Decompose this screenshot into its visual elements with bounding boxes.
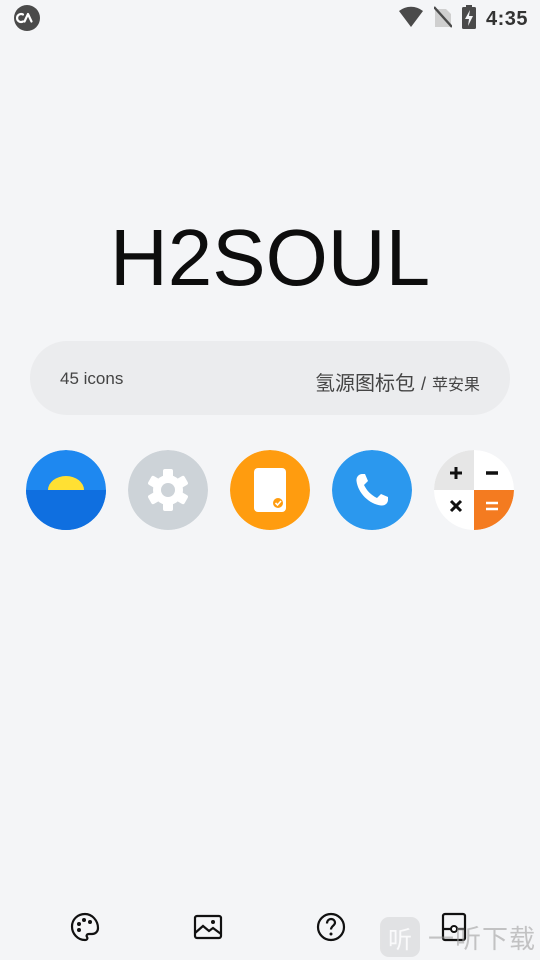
calculator-icon[interactable] [434, 450, 514, 530]
wallpapers-icon[interactable] [188, 907, 228, 947]
icon-pack-info-bar: 45 icons 氢源图标包 / 苹安果 [30, 341, 510, 415]
pack-credits: 氢源图标包 / 苹安果 [315, 367, 480, 396]
wifi-icon [398, 6, 424, 33]
battery-charging-icon [461, 4, 476, 34]
status-time: 4:35 [485, 7, 528, 30]
help-icon[interactable] [311, 907, 351, 947]
author-name: 苹安果 [431, 377, 480, 394]
no-sim-icon [433, 5, 453, 33]
page-title: H2SOUL [109, 213, 431, 302]
app-notification-icon [14, 5, 40, 31]
icon-count: 45 icons [60, 369, 124, 388]
credits-separator: / [420, 374, 426, 394]
pack-name: 氢源图标包 [314, 373, 415, 395]
themes-palette-icon[interactable] [65, 907, 105, 947]
watermark-text: 一听下载 [428, 923, 537, 954]
watermark-logo: 听 [380, 917, 420, 957]
settings-icon[interactable] [128, 450, 208, 530]
weather-icon[interactable] [26, 450, 106, 530]
status-bar: 4:35 [0, 0, 540, 38]
icon-preview-row [26, 450, 514, 530]
phone-icon[interactable] [332, 450, 412, 530]
download-site-watermark: 听 一听下载 [380, 916, 536, 958]
tablet-app-icon[interactable] [230, 450, 310, 530]
